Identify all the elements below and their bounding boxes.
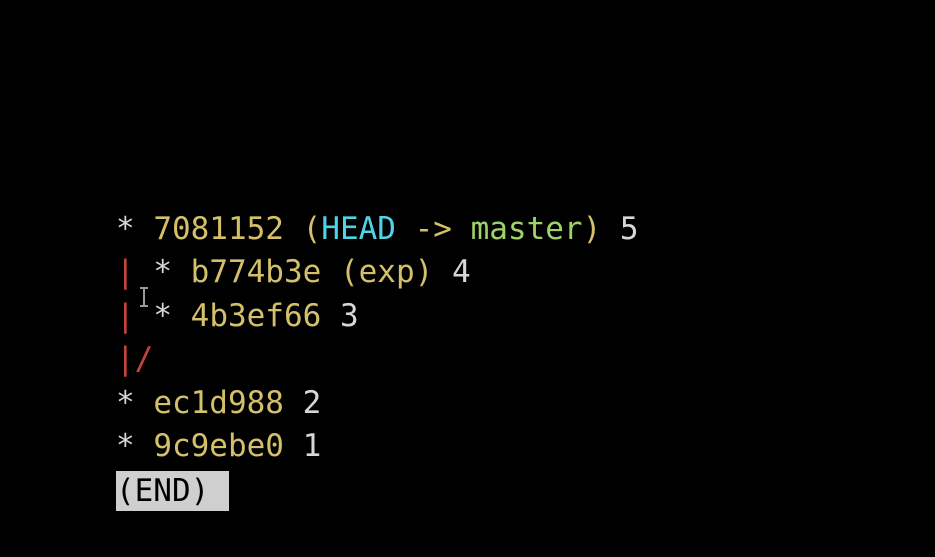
graph-node: * bbox=[115, 210, 154, 247]
graph-node: * bbox=[115, 428, 154, 464]
git-log-graph: * 7081152 (HEAD -> master) 5 | * b774b3e… bbox=[4, 164, 639, 511]
cursor-bar bbox=[143, 289, 145, 305]
refs-open: ( bbox=[283, 210, 322, 247]
graph-merge: |/ bbox=[115, 341, 154, 377]
commit-hash: ec1d988 bbox=[153, 384, 284, 421]
head-ref: HEAD bbox=[321, 210, 396, 247]
graph-bar: | bbox=[115, 254, 135, 290]
commit-hash: 7081152 bbox=[153, 210, 284, 247]
refs-open: ( bbox=[321, 254, 359, 290]
ref-arrow: -> bbox=[395, 210, 471, 247]
commit-hash: 4b3ef66 bbox=[190, 297, 322, 334]
commit-message: 5 bbox=[601, 210, 639, 247]
refs-close: ) bbox=[414, 254, 434, 290]
branch-ref: exp bbox=[358, 254, 415, 290]
graph-node: * bbox=[134, 254, 191, 290]
terminal-window[interactable]: * 7081152 (HEAD -> master) 5 | * b774b3e… bbox=[0, 0, 935, 511]
graph-node: * bbox=[115, 384, 154, 421]
commit-message: 1 bbox=[283, 428, 322, 464]
cursor-cap-bottom bbox=[140, 305, 148, 307]
text-cursor-icon bbox=[139, 287, 149, 307]
pager-end-marker: (END) bbox=[115, 470, 230, 511]
log-line: * 7081152 (HEAD -> master) 5 bbox=[4, 164, 639, 247]
graph-bar: | bbox=[115, 297, 135, 334]
commit-hash: b774b3e bbox=[190, 254, 322, 290]
branch-ref: master bbox=[470, 210, 583, 247]
commit-message: 4 bbox=[433, 254, 471, 290]
commit-hash: 9c9ebe0 bbox=[153, 428, 284, 464]
commit-message: 2 bbox=[283, 384, 322, 421]
commit-message: 3 bbox=[321, 297, 359, 334]
refs-close: ) bbox=[582, 210, 602, 247]
